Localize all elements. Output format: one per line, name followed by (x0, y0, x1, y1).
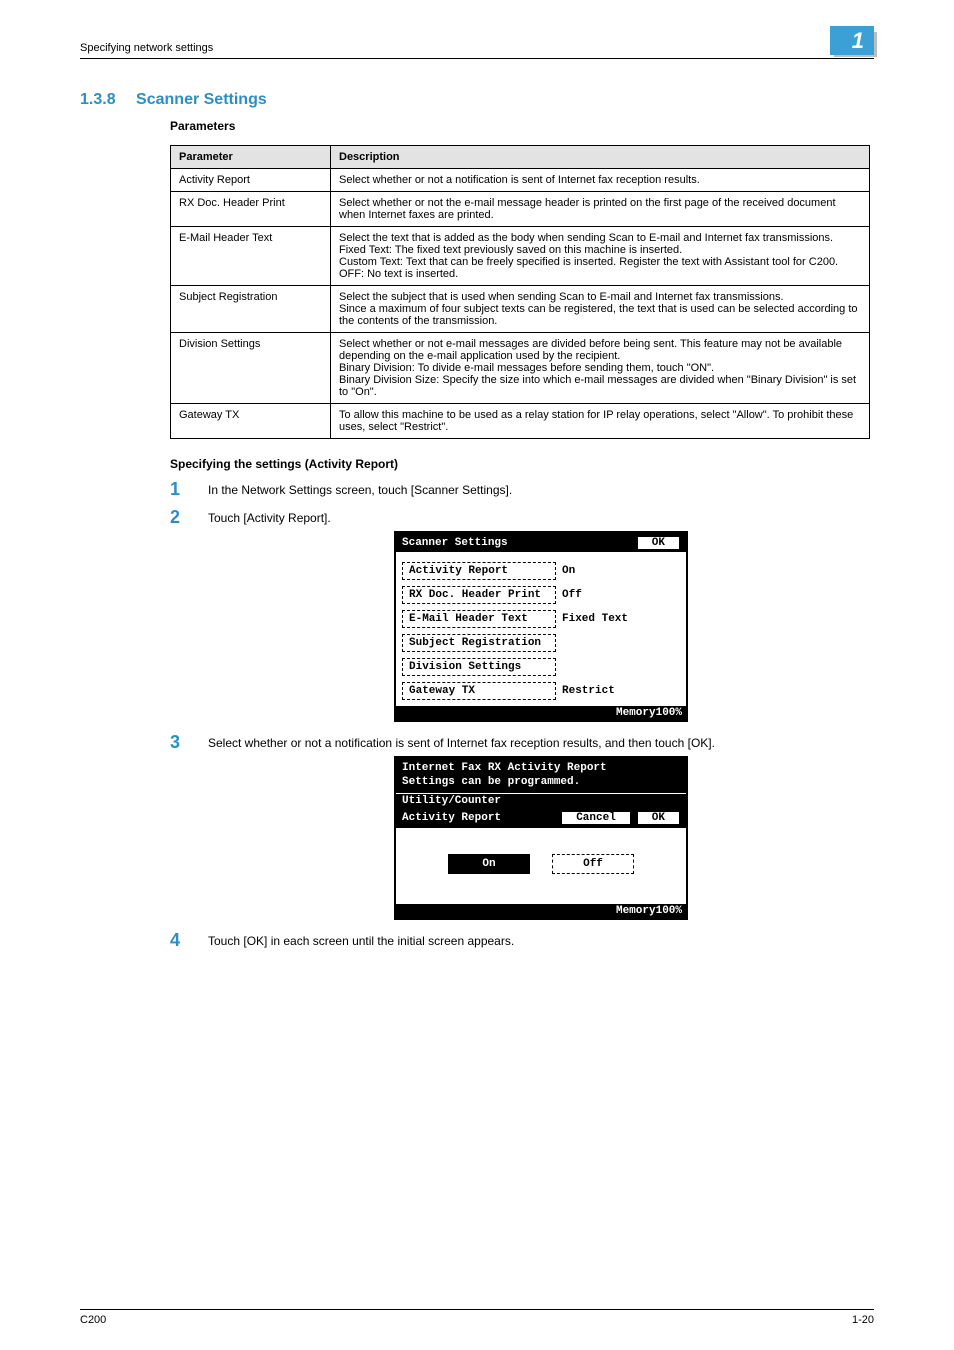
page-footer: C200 1-20 (80, 1309, 874, 1326)
ss2-ok-button[interactable]: OK (637, 811, 680, 825)
ss2-utility: Utility/Counter (396, 793, 686, 808)
ss1-rx-doc-header-value: Off (562, 589, 582, 601)
step-1: In the Network Settings screen, touch [S… (170, 483, 874, 497)
ss1-gateway-tx-value: Restrict (562, 685, 615, 697)
screenshot-activity-report: Internet Fax RX Activity Report Settings… (394, 756, 688, 920)
footer-page: 1-20 (852, 1314, 874, 1326)
steps-list: In the Network Settings screen, touch [S… (170, 483, 874, 948)
section-heading: 1.3.8 Scanner Settings (80, 91, 874, 109)
ss2-memory: Memory100% (396, 904, 686, 918)
running-header: Specifying network settings 1 (80, 28, 874, 59)
ss1-activity-report-button[interactable]: Activity Report (402, 562, 556, 580)
ss2-cancel-button[interactable]: Cancel (561, 811, 631, 825)
ss1-email-header-button[interactable]: E-Mail Header Text (402, 610, 556, 628)
ss1-division-button[interactable]: Division Settings (402, 658, 556, 676)
step-2: Touch [Activity Report]. Scanner Setting… (170, 511, 874, 722)
ss1-rx-doc-header-button[interactable]: RX Doc. Header Print (402, 586, 556, 604)
table-row: Division SettingsSelect whether or not e… (171, 333, 870, 404)
parameters-table: Parameter Description Activity ReportSel… (170, 145, 870, 439)
ss1-memory: Memory100% (396, 706, 686, 720)
ss2-off-button[interactable]: Off (552, 854, 634, 874)
ss2-msg2: Settings can be programmed. (402, 775, 680, 789)
step-4: Touch [OK] in each screen until the init… (170, 934, 874, 948)
ss1-email-header-value: Fixed Text (562, 613, 628, 625)
table-row: Gateway TXTo allow this machine to be us… (171, 404, 870, 439)
ss1-ok-button[interactable]: OK (637, 536, 680, 550)
procedure-heading: Specifying the settings (Activity Report… (170, 457, 874, 471)
footer-model: C200 (80, 1314, 106, 1326)
section-title-text: Scanner Settings (136, 91, 267, 108)
ss1-subject-reg-button[interactable]: Subject Registration (402, 634, 556, 652)
ss2-bar-label: Activity Report (402, 812, 555, 824)
table-row: RX Doc. Header PrintSelect whether or no… (171, 192, 870, 227)
table-row: Activity ReportSelect whether or not a n… (171, 169, 870, 192)
step-3: Select whether or not a notification is … (170, 736, 874, 920)
screenshot-scanner-settings: Scanner Settings OK Activity Report On RX… (394, 531, 688, 722)
parameters-heading: Parameters (170, 119, 874, 133)
chapter-badge: 1 (830, 28, 874, 54)
ss1-title: Scanner Settings (402, 537, 508, 549)
th-parameter: Parameter (171, 146, 331, 169)
running-head-text: Specifying network settings (80, 42, 213, 54)
ss2-on-button[interactable]: On (448, 854, 530, 874)
ss1-activity-report-value: On (562, 565, 575, 577)
ss2-msg1: Internet Fax RX Activity Report (402, 761, 680, 775)
table-row: Subject RegistrationSelect the subject t… (171, 286, 870, 333)
table-row: E-Mail Header TextSelect the text that i… (171, 227, 870, 286)
ss1-gateway-tx-button[interactable]: Gateway TX (402, 682, 556, 700)
section-number: 1.3.8 (80, 91, 116, 108)
th-description: Description (331, 146, 870, 169)
